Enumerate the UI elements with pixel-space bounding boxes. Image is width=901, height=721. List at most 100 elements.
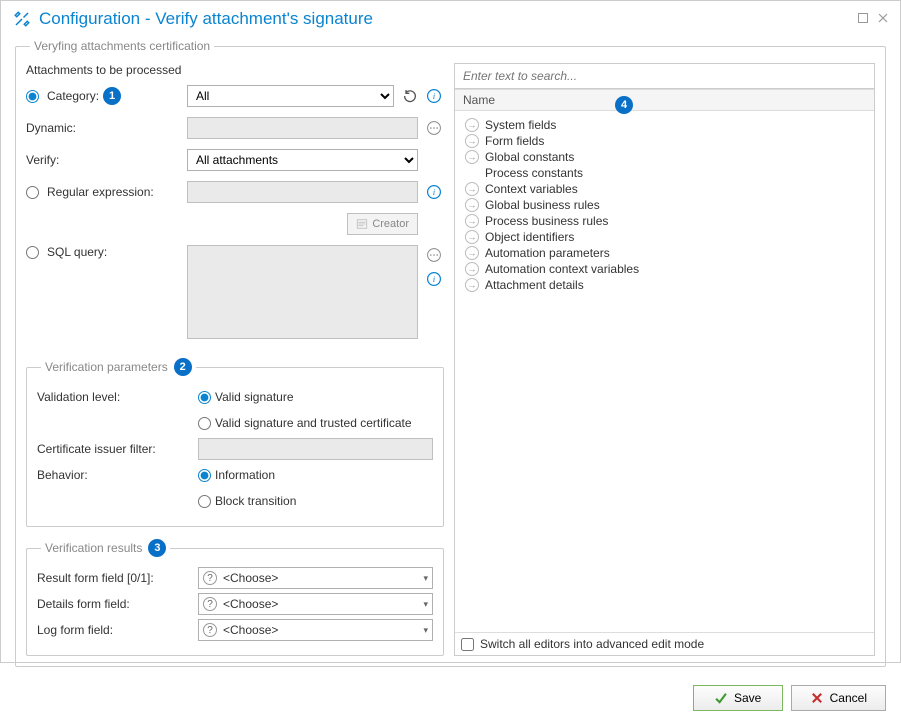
- expand-icon: →: [465, 278, 479, 292]
- expand-icon: →: [465, 118, 479, 132]
- search-input[interactable]: [455, 64, 874, 88]
- expand-icon: →: [465, 214, 479, 228]
- dynamic-input: [187, 117, 418, 139]
- badge-2: 2: [174, 358, 192, 376]
- regex-radio[interactable]: [26, 186, 39, 199]
- valid-signature-option[interactable]: Valid signature: [198, 390, 294, 404]
- info-icon[interactable]: i: [424, 269, 444, 289]
- log-field-label: Log form field:: [37, 623, 113, 637]
- question-icon: ?: [203, 571, 217, 585]
- expand-icon: →: [465, 134, 479, 148]
- category-label: Category:: [47, 89, 99, 103]
- expand-icon: →: [465, 198, 479, 212]
- block-option[interactable]: Block transition: [198, 494, 296, 508]
- creator-row: Creator: [26, 213, 444, 235]
- tree-item-process-business-rules[interactable]: →Process business rules: [461, 213, 868, 229]
- attachments-header: Attachments to be processed: [26, 63, 444, 77]
- expand-icon: →: [465, 150, 479, 164]
- sql-row: SQL query: i: [26, 245, 444, 342]
- cert-filter-input: [198, 438, 433, 460]
- details-field-select[interactable]: ? <Choose> ▾: [198, 593, 433, 615]
- tree: →System fields →Form fields →Global cons…: [455, 111, 874, 632]
- verification-params-fieldset: Verification parameters 2 Validation lev…: [26, 358, 444, 527]
- details-field-label: Details form field:: [37, 597, 130, 611]
- save-button[interactable]: Save: [693, 685, 783, 711]
- tree-item-context-variables[interactable]: →Context variables: [461, 181, 868, 197]
- chevron-down-icon: ▾: [423, 573, 428, 584]
- cancel-icon: [810, 691, 824, 705]
- refresh-icon[interactable]: [400, 86, 420, 106]
- ellipsis-icon[interactable]: [424, 245, 444, 265]
- regex-row: Regular expression: i: [26, 181, 444, 203]
- window-controls: [858, 12, 888, 26]
- badge-4: 4: [615, 96, 633, 114]
- tree-item-attachment-details[interactable]: →Attachment details: [461, 277, 868, 293]
- valid-signature-radio[interactable]: [198, 391, 211, 404]
- info-icon[interactable]: i: [424, 86, 444, 106]
- svg-text:i: i: [433, 187, 436, 197]
- titlebar: Configuration - Verify attachment's sign…: [1, 1, 900, 33]
- tree-item-form-fields[interactable]: →Form fields: [461, 133, 868, 149]
- search-wrap: [455, 64, 874, 89]
- badge-3: 3: [148, 539, 166, 557]
- verify-select[interactable]: All attachments: [187, 149, 418, 171]
- valid-trusted-option[interactable]: Valid signature and trusted certificate: [198, 416, 412, 430]
- badge-1: 1: [103, 87, 121, 105]
- expand-icon: →: [465, 246, 479, 260]
- verify-row: Verify: All attachments: [26, 149, 444, 171]
- creator-button[interactable]: Creator: [347, 213, 418, 235]
- cert-filter-label: Certificate issuer filter:: [37, 442, 156, 456]
- regex-label: Regular expression:: [47, 185, 154, 199]
- left-column: Attachments to be processed Category: 1 …: [26, 63, 444, 656]
- tree-item-automation-parameters[interactable]: →Automation parameters: [461, 245, 868, 261]
- expand-icon: →: [465, 262, 479, 276]
- tree-item-global-constants[interactable]: →Global constants: [461, 149, 868, 165]
- question-icon: ?: [203, 623, 217, 637]
- tree-item-automation-context-variables[interactable]: →Automation context variables: [461, 261, 868, 277]
- question-icon: ?: [203, 597, 217, 611]
- ellipsis-icon[interactable]: [424, 118, 444, 138]
- sql-textarea: [187, 245, 418, 339]
- sql-radio[interactable]: [26, 246, 39, 259]
- svg-text:i: i: [433, 91, 436, 101]
- expand-icon: →: [465, 182, 479, 196]
- information-option[interactable]: Information: [198, 468, 275, 482]
- validation-label: Validation level:: [37, 390, 120, 404]
- category-select[interactable]: All: [187, 85, 394, 107]
- block-radio[interactable]: [198, 495, 211, 508]
- check-icon: [714, 691, 728, 705]
- advanced-mode-row: Switch all editors into advanced edit mo…: [455, 632, 874, 655]
- tree-item-object-identifiers[interactable]: →Object identifiers: [461, 229, 868, 245]
- svg-text:i: i: [433, 274, 436, 284]
- main-legend: Veryfing attachments certification: [30, 39, 214, 53]
- information-radio[interactable]: [198, 469, 211, 482]
- right-column: 4 Name →System fields →Form fields →Glob…: [454, 63, 875, 656]
- verification-results-fieldset: Verification results 3 Result form field…: [26, 539, 444, 656]
- main-fieldset: Veryfing attachments certification Attac…: [15, 39, 886, 667]
- cancel-button[interactable]: Cancel: [791, 685, 886, 711]
- content: Veryfing attachments certification Attac…: [1, 33, 900, 677]
- tree-item-process-constants[interactable]: Process constants: [461, 165, 868, 181]
- behavior-label: Behavior:: [37, 468, 88, 482]
- verify-label: Verify:: [26, 153, 59, 167]
- regex-input: [187, 181, 418, 203]
- log-field-select[interactable]: ? <Choose> ▾: [198, 619, 433, 641]
- config-window: Configuration - Verify attachment's sign…: [0, 0, 901, 663]
- tree-item-system-fields[interactable]: →System fields: [461, 117, 868, 133]
- tree-item-global-business-rules[interactable]: →Global business rules: [461, 197, 868, 213]
- advanced-mode-checkbox[interactable]: [461, 638, 474, 651]
- chevron-down-icon: ▾: [423, 599, 428, 610]
- info-icon[interactable]: i: [424, 182, 444, 202]
- close-icon[interactable]: [878, 12, 888, 26]
- window-title: Configuration - Verify attachment's sign…: [39, 9, 858, 29]
- category-radio[interactable]: [26, 90, 39, 103]
- sql-label: SQL query:: [47, 245, 107, 259]
- valid-trusted-radio[interactable]: [198, 417, 211, 430]
- chevron-down-icon: ▾: [423, 625, 428, 636]
- maximize-icon[interactable]: [858, 12, 868, 26]
- result-field-select[interactable]: ? <Choose> ▾: [198, 567, 433, 589]
- verification-params-legend: Verification parameters: [45, 360, 168, 374]
- expand-icon: →: [465, 230, 479, 244]
- footer: Save Cancel: [1, 677, 900, 721]
- tree-header: Name: [455, 89, 874, 111]
